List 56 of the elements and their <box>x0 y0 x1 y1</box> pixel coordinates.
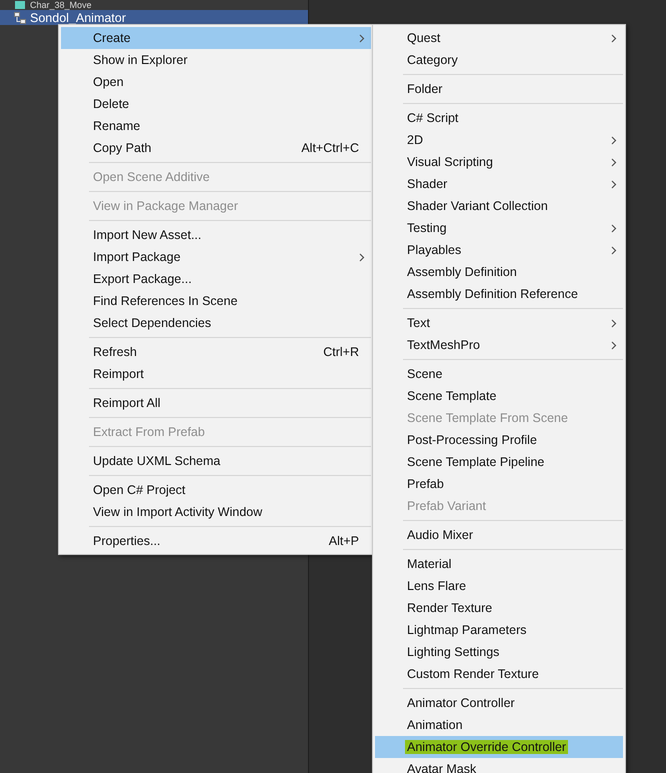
tree-item[interactable]: Char_38_Move <box>0 0 308 10</box>
menu-item[interactable]: Properties... Alt+P <box>61 530 371 552</box>
animator-icon <box>14 12 26 24</box>
menu-item[interactable]: Playables <box>375 239 623 261</box>
menu-item[interactable]: Shader Variant Collection <box>375 195 623 217</box>
menu-item[interactable]: Rename <box>61 115 371 137</box>
menu-item[interactable]: Lighting Settings <box>375 641 623 663</box>
shortcut-label: Alt+P <box>328 534 360 548</box>
menu-item[interactable]: Refresh Ctrl+R <box>61 341 371 363</box>
menu-item[interactable]: Material <box>375 553 623 575</box>
menu-item[interactable]: Find References In Scene <box>61 290 371 312</box>
menu-item[interactable]: Category <box>375 49 623 71</box>
menu-item[interactable]: Animator Override Controller <box>375 736 623 758</box>
menu-item[interactable]: Folder <box>375 78 623 100</box>
menu-item[interactable]: Text <box>375 312 623 334</box>
menu-item[interactable]: Shader <box>375 173 623 195</box>
menu-item[interactable]: Render Texture <box>375 597 623 619</box>
menu-item[interactable]: Post-Processing Profile <box>375 429 623 451</box>
menu-item[interactable]: View in Import Activity Window <box>61 501 371 523</box>
menu-item[interactable]: Import Package <box>61 246 371 268</box>
menu-item[interactable]: Testing <box>375 217 623 239</box>
menu-item[interactable]: Create <box>61 27 371 49</box>
menu-item[interactable]: Prefab <box>375 473 623 495</box>
menu-item[interactable]: Scene Template <box>375 385 623 407</box>
menu-item[interactable]: C# Script <box>375 107 623 129</box>
menu-item[interactable]: Open C# Project <box>61 479 371 501</box>
menu-item[interactable]: Visual Scripting <box>375 151 623 173</box>
menu-item[interactable]: Reimport All <box>61 392 371 414</box>
menu-item[interactable]: Animation <box>375 714 623 736</box>
shortcut-label: Ctrl+R <box>323 345 360 359</box>
shortcut-label: Alt+Ctrl+C <box>301 141 360 155</box>
menu-item[interactable]: Avatar Mask <box>375 758 623 773</box>
menu-item[interactable]: Assembly Definition <box>375 261 623 283</box>
menu-item[interactable]: Export Package... <box>61 268 371 290</box>
menu-item[interactable]: Scene <box>375 363 623 385</box>
menu-item[interactable]: 2D <box>375 129 623 151</box>
menu-item[interactable]: Copy Path Alt+Ctrl+C <box>61 137 371 159</box>
menu-item[interactable]: Custom Render Texture <box>375 663 623 685</box>
menu-item[interactable]: TextMeshPro <box>375 334 623 356</box>
menu-item[interactable]: Scene Template Pipeline <box>375 451 623 473</box>
tree-item[interactable]: Sondol_Animator <box>0 10 308 25</box>
menu-item[interactable]: Update UXML Schema <box>61 450 371 472</box>
menu-item[interactable]: Select Dependencies <box>61 312 371 334</box>
file-icon <box>14 0 26 11</box>
menu-item[interactable]: Open <box>61 71 371 93</box>
menu-item[interactable]: Delete <box>61 93 371 115</box>
menu-item[interactable]: Quest <box>375 27 623 49</box>
menu-item[interactable]: Reimport <box>61 363 371 385</box>
menu-item[interactable]: Animator Controller <box>375 692 623 714</box>
highlighted-label: Animator Override Controller <box>405 740 568 754</box>
menu-item[interactable]: Lightmap Parameters <box>375 619 623 641</box>
menu-item[interactable]: Show in Explorer <box>61 49 371 71</box>
menu-item[interactable]: Audio Mixer <box>375 524 623 546</box>
menu-item[interactable]: Assembly Definition Reference <box>375 283 623 305</box>
menu-item[interactable]: Lens Flare <box>375 575 623 597</box>
menu-item[interactable]: Import New Asset... <box>61 224 371 246</box>
